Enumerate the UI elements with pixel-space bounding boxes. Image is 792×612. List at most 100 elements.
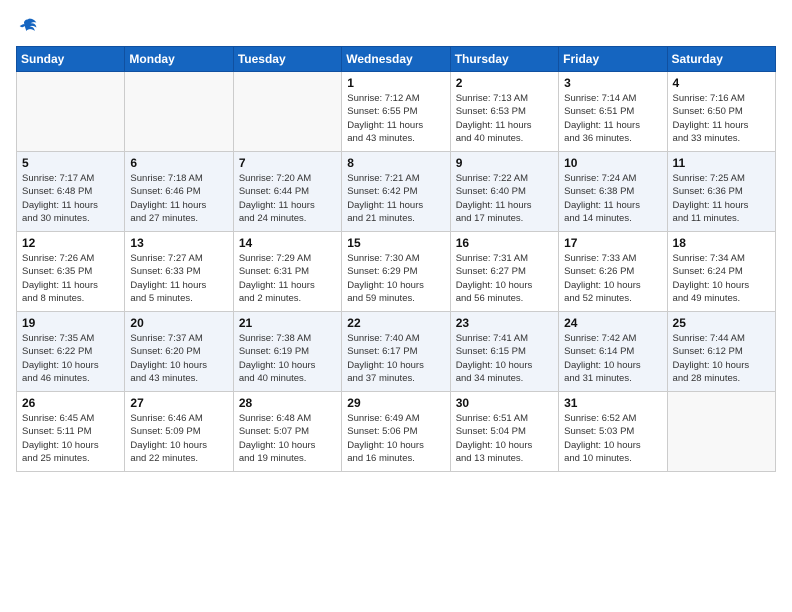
day-detail: Sunrise: 7:35 AM Sunset: 6:22 PM Dayligh… (22, 332, 119, 385)
day-detail: Sunrise: 7:17 AM Sunset: 6:48 PM Dayligh… (22, 172, 119, 225)
calendar-cell: 1 Sunrise: 7:12 AM Sunset: 6:55 PM Daylig… (342, 72, 450, 152)
day-number: 7 (239, 156, 336, 170)
calendar-cell: 14Sunrise: 7:29 AM Sunset: 6:31 PM Dayli… (233, 232, 341, 312)
col-header-saturday: Saturday (667, 47, 775, 72)
day-detail: Sunrise: 7:16 AM Sunset: 6:50 PM Dayligh… (673, 92, 770, 145)
day-detail: Sunrise: 6:52 AM Sunset: 5:03 PM Dayligh… (564, 412, 661, 465)
calendar-cell: 27 Sunrise: 6:46 AM Sunset: 5:09 PM Dayli… (125, 392, 233, 472)
day-number: 22 (347, 316, 444, 330)
calendar-cell: 16 Sunrise: 7:31 AM Sunset: 6:27 PM Dayli… (450, 232, 558, 312)
day-number: 2 (456, 76, 553, 90)
day-detail: Sunrise: 7:31 AM Sunset: 6:27 PM Dayligh… (456, 252, 553, 305)
day-number: 13 (130, 236, 227, 250)
day-detail: Sunrise: 7:18 AM Sunset: 6:46 PM Dayligh… (130, 172, 227, 225)
day-detail: Sunrise: 7:44 AM Sunset: 6:12 PM Dayligh… (673, 332, 770, 385)
calendar-cell: 12Sunrise: 7:26 AM Sunset: 6:35 PM Dayli… (17, 232, 125, 312)
calendar-week-row: 26Sunrise: 6:45 AM Sunset: 5:11 PM Dayli… (17, 392, 776, 472)
day-number: 27 (130, 396, 227, 410)
day-detail: Sunrise: 7:13 AM Sunset: 6:53 PM Dayligh… (456, 92, 553, 145)
day-detail: Sunrise: 7:40 AM Sunset: 6:17 PM Dayligh… (347, 332, 444, 385)
day-number: 25 (673, 316, 770, 330)
calendar-cell: 20 Sunrise: 7:37 AM Sunset: 6:20 PM Dayli… (125, 312, 233, 392)
day-number: 15 (347, 236, 444, 250)
day-detail: Sunrise: 6:48 AM Sunset: 5:07 PM Dayligh… (239, 412, 336, 465)
calendar-cell: 5 Sunrise: 7:17 AM Sunset: 6:48 PM Daylig… (17, 152, 125, 232)
calendar-cell: 19 Sunrise: 7:35 AM Sunset: 6:22 PM Dayli… (17, 312, 125, 392)
day-number: 9 (456, 156, 553, 170)
page-container: SundayMondayTuesdayWednesdayThursdayFrid… (0, 0, 792, 480)
col-header-tuesday: Tuesday (233, 47, 341, 72)
day-detail: Sunrise: 7:41 AM Sunset: 6:15 PM Dayligh… (456, 332, 553, 385)
day-number: 17 (564, 236, 661, 250)
col-header-thursday: Thursday (450, 47, 558, 72)
calendar-cell: 22 Sunrise: 7:40 AM Sunset: 6:17 PM Dayli… (342, 312, 450, 392)
calendar-cell: 17 Sunrise: 7:33 AM Sunset: 6:26 PM Dayli… (559, 232, 667, 312)
col-header-monday: Monday (125, 47, 233, 72)
calendar-cell: 4 Sunrise: 7:16 AM Sunset: 6:50 PM Daylig… (667, 72, 775, 152)
calendar-header-row: SundayMondayTuesdayWednesdayThursdayFrid… (17, 47, 776, 72)
calendar-cell: 15 Sunrise: 7:30 AM Sunset: 6:29 PM Dayli… (342, 232, 450, 312)
calendar-cell: 18 Sunrise: 7:34 AM Sunset: 6:24 PM Dayli… (667, 232, 775, 312)
day-number: 19 (22, 316, 119, 330)
calendar-cell: 3Sunrise: 7:14 AM Sunset: 6:51 PM Daylig… (559, 72, 667, 152)
calendar-cell: 24 Sunrise: 7:42 AM Sunset: 6:14 PM Dayli… (559, 312, 667, 392)
col-header-sunday: Sunday (17, 47, 125, 72)
day-detail: Sunrise: 7:22 AM Sunset: 6:40 PM Dayligh… (456, 172, 553, 225)
calendar-cell: 10 Sunrise: 7:24 AM Sunset: 6:38 PM Dayli… (559, 152, 667, 232)
day-number: 1 (347, 76, 444, 90)
calendar-week-row: 1 Sunrise: 7:12 AM Sunset: 6:55 PM Daylig… (17, 72, 776, 152)
calendar-cell: 26Sunrise: 6:45 AM Sunset: 5:11 PM Dayli… (17, 392, 125, 472)
calendar-cell (667, 392, 775, 472)
day-number: 28 (239, 396, 336, 410)
day-detail: Sunrise: 7:38 AM Sunset: 6:19 PM Dayligh… (239, 332, 336, 385)
calendar-cell: 23Sunrise: 7:41 AM Sunset: 6:15 PM Dayli… (450, 312, 558, 392)
day-detail: Sunrise: 7:33 AM Sunset: 6:26 PM Dayligh… (564, 252, 661, 305)
day-detail: Sunrise: 7:42 AM Sunset: 6:14 PM Dayligh… (564, 332, 661, 385)
day-detail: Sunrise: 6:51 AM Sunset: 5:04 PM Dayligh… (456, 412, 553, 465)
calendar-week-row: 5 Sunrise: 7:17 AM Sunset: 6:48 PM Daylig… (17, 152, 776, 232)
day-detail: Sunrise: 7:21 AM Sunset: 6:42 PM Dayligh… (347, 172, 444, 225)
calendar-cell: 8 Sunrise: 7:21 AM Sunset: 6:42 PM Daylig… (342, 152, 450, 232)
day-number: 4 (673, 76, 770, 90)
logo-bird-icon (18, 16, 38, 36)
day-detail: Sunrise: 7:30 AM Sunset: 6:29 PM Dayligh… (347, 252, 444, 305)
day-number: 16 (456, 236, 553, 250)
calendar-cell: 11 Sunrise: 7:25 AM Sunset: 6:36 PM Dayli… (667, 152, 775, 232)
day-number: 10 (564, 156, 661, 170)
day-detail: Sunrise: 7:37 AM Sunset: 6:20 PM Dayligh… (130, 332, 227, 385)
calendar-cell: 25 Sunrise: 7:44 AM Sunset: 6:12 PM Dayli… (667, 312, 775, 392)
logo (16, 16, 38, 36)
calendar-week-row: 12Sunrise: 7:26 AM Sunset: 6:35 PM Dayli… (17, 232, 776, 312)
day-number: 20 (130, 316, 227, 330)
day-detail: Sunrise: 7:34 AM Sunset: 6:24 PM Dayligh… (673, 252, 770, 305)
day-number: 8 (347, 156, 444, 170)
day-number: 18 (673, 236, 770, 250)
calendar-cell: 9 Sunrise: 7:22 AM Sunset: 6:40 PM Daylig… (450, 152, 558, 232)
day-detail: Sunrise: 7:25 AM Sunset: 6:36 PM Dayligh… (673, 172, 770, 225)
day-detail: Sunrise: 6:46 AM Sunset: 5:09 PM Dayligh… (130, 412, 227, 465)
calendar-cell: 13 Sunrise: 7:27 AM Sunset: 6:33 PM Dayli… (125, 232, 233, 312)
day-detail: Sunrise: 7:27 AM Sunset: 6:33 PM Dayligh… (130, 252, 227, 305)
calendar-table: SundayMondayTuesdayWednesdayThursdayFrid… (16, 46, 776, 472)
header (16, 16, 776, 36)
calendar-cell: 31 Sunrise: 6:52 AM Sunset: 5:03 PM Dayli… (559, 392, 667, 472)
calendar-cell: 29Sunrise: 6:49 AM Sunset: 5:06 PM Dayli… (342, 392, 450, 472)
day-number: 12 (22, 236, 119, 250)
logo-text (16, 16, 38, 36)
day-detail: Sunrise: 7:24 AM Sunset: 6:38 PM Dayligh… (564, 172, 661, 225)
day-number: 24 (564, 316, 661, 330)
col-header-wednesday: Wednesday (342, 47, 450, 72)
day-number: 21 (239, 316, 336, 330)
day-number: 29 (347, 396, 444, 410)
day-number: 5 (22, 156, 119, 170)
calendar-cell (125, 72, 233, 152)
day-number: 31 (564, 396, 661, 410)
calendar-cell: 28 Sunrise: 6:48 AM Sunset: 5:07 PM Dayli… (233, 392, 341, 472)
calendar-cell (233, 72, 341, 152)
day-detail: Sunrise: 7:12 AM Sunset: 6:55 PM Dayligh… (347, 92, 444, 145)
calendar-cell: 7Sunrise: 7:20 AM Sunset: 6:44 PM Daylig… (233, 152, 341, 232)
calendar-cell: 30Sunrise: 6:51 AM Sunset: 5:04 PM Dayli… (450, 392, 558, 472)
day-number: 11 (673, 156, 770, 170)
day-number: 6 (130, 156, 227, 170)
day-detail: Sunrise: 6:45 AM Sunset: 5:11 PM Dayligh… (22, 412, 119, 465)
